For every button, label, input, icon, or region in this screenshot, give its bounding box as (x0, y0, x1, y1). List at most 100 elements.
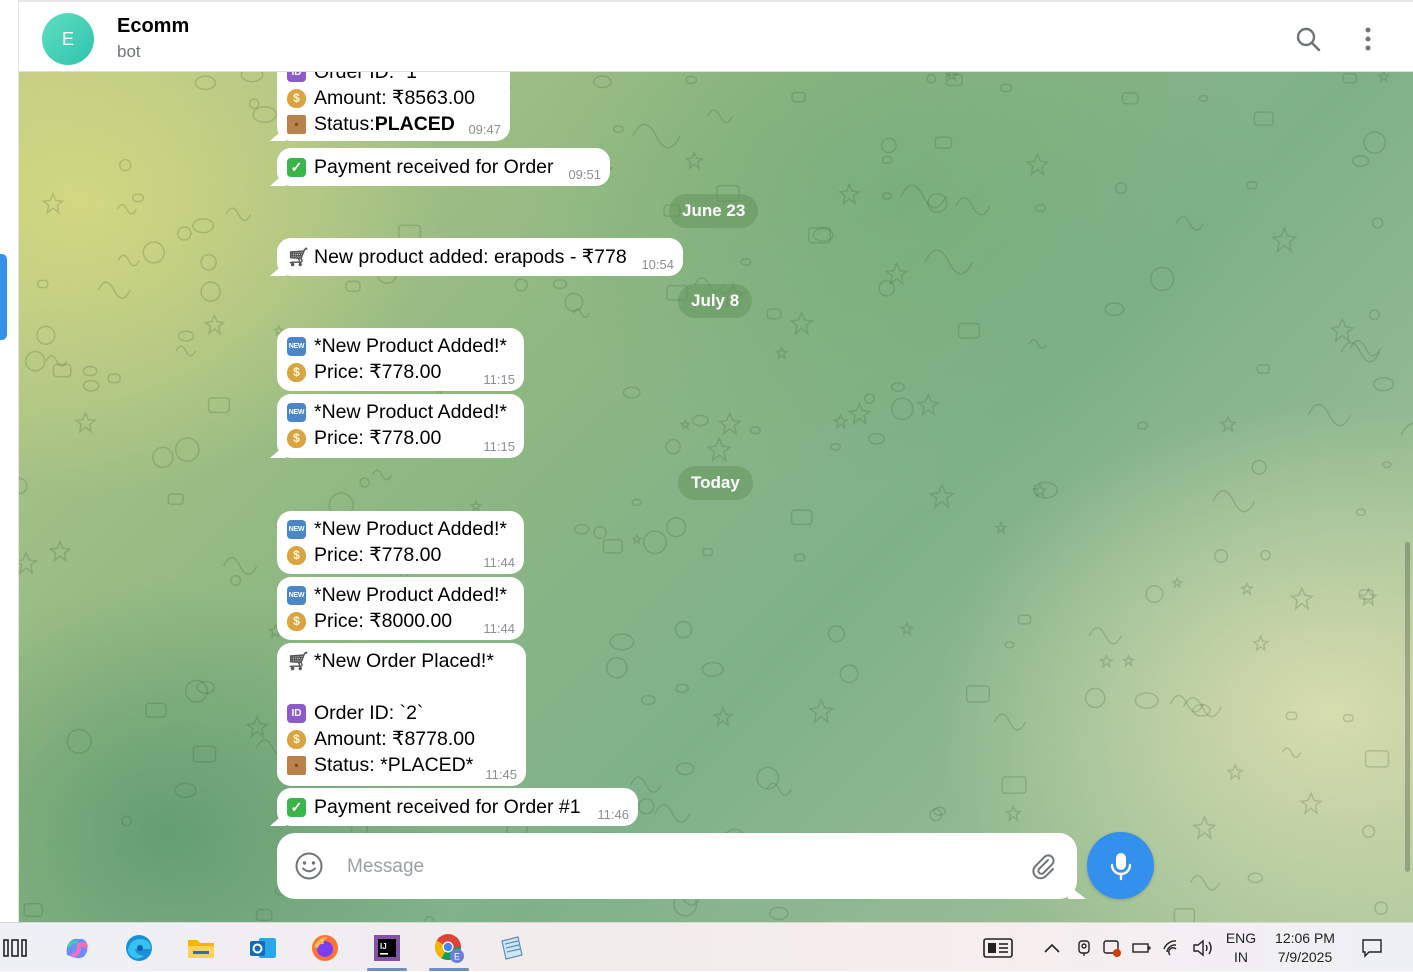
wallpaper-doodle (679, 418, 692, 431)
wallpaper-doodle (107, 373, 121, 384)
volume-button[interactable] (1190, 923, 1216, 972)
message-text: *New Product Added!* (314, 518, 507, 540)
wallpaper-doodle (881, 192, 892, 200)
wallpaper-doodle (793, 553, 806, 562)
message-bubble[interactable]: NEW *New Product Added!* $ Price: ₹778.00 … (277, 511, 524, 574)
show-hidden-icons-button[interactable] (1040, 923, 1064, 972)
wallpaper-doodle (1001, 776, 1027, 795)
left-panel-handle[interactable] (0, 254, 7, 340)
intellij-button[interactable]: IJ (365, 929, 409, 971)
message-text: Status: (314, 113, 375, 135)
wallpaper-doodle (200, 253, 217, 271)
wallpaper-doodle (1374, 901, 1388, 915)
notifications-button[interactable] (1356, 923, 1388, 972)
chat-scrollbar[interactable] (1405, 542, 1410, 872)
wallpaper-doodle (1371, 217, 1384, 229)
task-view-button[interactable] (0, 929, 30, 967)
chat-title[interactable]: Ecomm (117, 15, 189, 38)
message-text: Price: ₹778.00 (314, 361, 442, 383)
firefox-button[interactable] (303, 929, 347, 967)
wallpaper-doodle (1362, 824, 1376, 839)
search-icon (1296, 27, 1321, 52)
attach-button[interactable] (1029, 852, 1057, 880)
camera-tray-button[interactable] (1072, 923, 1096, 972)
wallpaper-doodle (97, 281, 131, 299)
message-bubble[interactable]: ✓ Payment received for Order 09:51 (277, 148, 610, 186)
firefox-icon (312, 935, 338, 961)
message-time: 11:45 (485, 767, 517, 782)
wallpaper-doodle (552, 279, 568, 290)
wallpaper-doodle (469, 499, 483, 513)
wallpaper-doodle (924, 249, 974, 275)
input-language-indicator[interactable]: ENG IN (1220, 929, 1262, 967)
wallpaper-doodle (1349, 339, 1382, 357)
system-clock[interactable]: 12:06 PM 7/9/2025 (1268, 929, 1342, 967)
wallpaper-doodle (19, 550, 39, 575)
wallpaper-doodle (1342, 72, 1358, 84)
message-time: 10:54 (641, 257, 674, 272)
message-text: Amount: ₹8563.00 (314, 87, 475, 109)
wallpaper-doodle (41, 191, 65, 215)
wallpaper-doodle (684, 150, 704, 171)
region-code: IN (1234, 949, 1248, 965)
edge-button[interactable] (117, 929, 161, 967)
date-separator: Today (678, 466, 753, 500)
wallpaper-doodle (203, 313, 226, 336)
avatar[interactable]: E (42, 13, 94, 65)
wallpaper-doodle (152, 446, 174, 469)
chrome-button[interactable]: E (427, 929, 471, 971)
record-voice-button[interactable] (1087, 832, 1154, 899)
copilot-button[interactable] (55, 929, 99, 967)
emoji-button[interactable] (294, 851, 324, 881)
message-text: Order ID: `1` (314, 72, 424, 83)
message-bubble[interactable]: 🛒︎ New product added: erapods - ₹778 10:5… (277, 238, 683, 276)
wifi-button[interactable] (1160, 923, 1184, 972)
message-composer[interactable] (277, 833, 1077, 899)
wallpaper-doodle (82, 379, 100, 392)
wallpaper-doodle (142, 241, 165, 264)
message-bubble[interactable]: ID Order ID: `1` $ Amount: ₹8563.00 ▪ Statu… (277, 72, 510, 141)
wallpaper-doodle (1340, 341, 1381, 363)
wallpaper-doodle (790, 509, 813, 526)
message-text: Payment received for Order (314, 156, 554, 178)
file-explorer-button[interactable] (179, 929, 223, 967)
wallpaper-doodle (345, 280, 361, 292)
message-bubble[interactable]: NEW *New Product Added!* $ Price: ₹8000.00… (277, 577, 524, 640)
wallpaper-doodle (766, 308, 782, 320)
wallpaper-doodle (1239, 581, 1255, 596)
battery-button[interactable] (1130, 923, 1154, 972)
message-bubble[interactable]: NEW *New Product Added!* $ Price: ₹778.00 … (277, 394, 524, 458)
wallpaper-doodle (1358, 587, 1379, 607)
wallpaper-doodle (1000, 83, 1012, 93)
intellij-icon: IJ (374, 935, 400, 961)
chat-area[interactable]: ID Order ID: `1` $ Amount: ₹8563.00 ▪ Statu… (19, 72, 1413, 922)
message-bubble[interactable]: NEW *New Product Added!* $ Price: ₹778.00 … (277, 328, 524, 391)
wallpaper-doodle (1025, 152, 1050, 177)
wallpaper-doodle (1299, 791, 1323, 816)
wallpaper-doodle (890, 397, 914, 421)
wallpaper-doodle (1368, 309, 1381, 321)
wallpaper-doodle (839, 664, 859, 684)
more-button[interactable] (1351, 22, 1385, 56)
chat-header[interactable]: E Ecomm bot (19, 0, 1413, 72)
wallpaper-doodle (36, 325, 56, 345)
wallpaper-doodle (926, 73, 937, 84)
edge-icon (126, 935, 152, 961)
wallpaper-doodle (167, 493, 184, 506)
notepad-button[interactable] (489, 929, 533, 967)
message-bubble[interactable]: 🛒︎ *New Order Placed!* ID Order ID: `2` $ A… (277, 643, 526, 786)
wallpaper-doodle (1246, 181, 1258, 190)
wallpaper-doodle (665, 517, 687, 538)
wallpaper-doodle (630, 776, 662, 793)
wallpaper-doodle (240, 72, 264, 83)
message-input[interactable] (345, 847, 1009, 887)
search-button[interactable] (1291, 22, 1325, 56)
outlook-button[interactable] (241, 929, 285, 967)
shopping-cart-icon: 🛒︎ (287, 246, 310, 267)
news-widget-button[interactable] (978, 923, 1018, 972)
message-bubble[interactable]: ✓ Payment received for Order #1 11:46 (277, 788, 638, 826)
security-tray-button[interactable] (1100, 923, 1124, 972)
wallpaper-doodle (177, 226, 192, 241)
wallpaper-doodle (717, 411, 743, 436)
message-time: 11:44 (483, 555, 515, 570)
